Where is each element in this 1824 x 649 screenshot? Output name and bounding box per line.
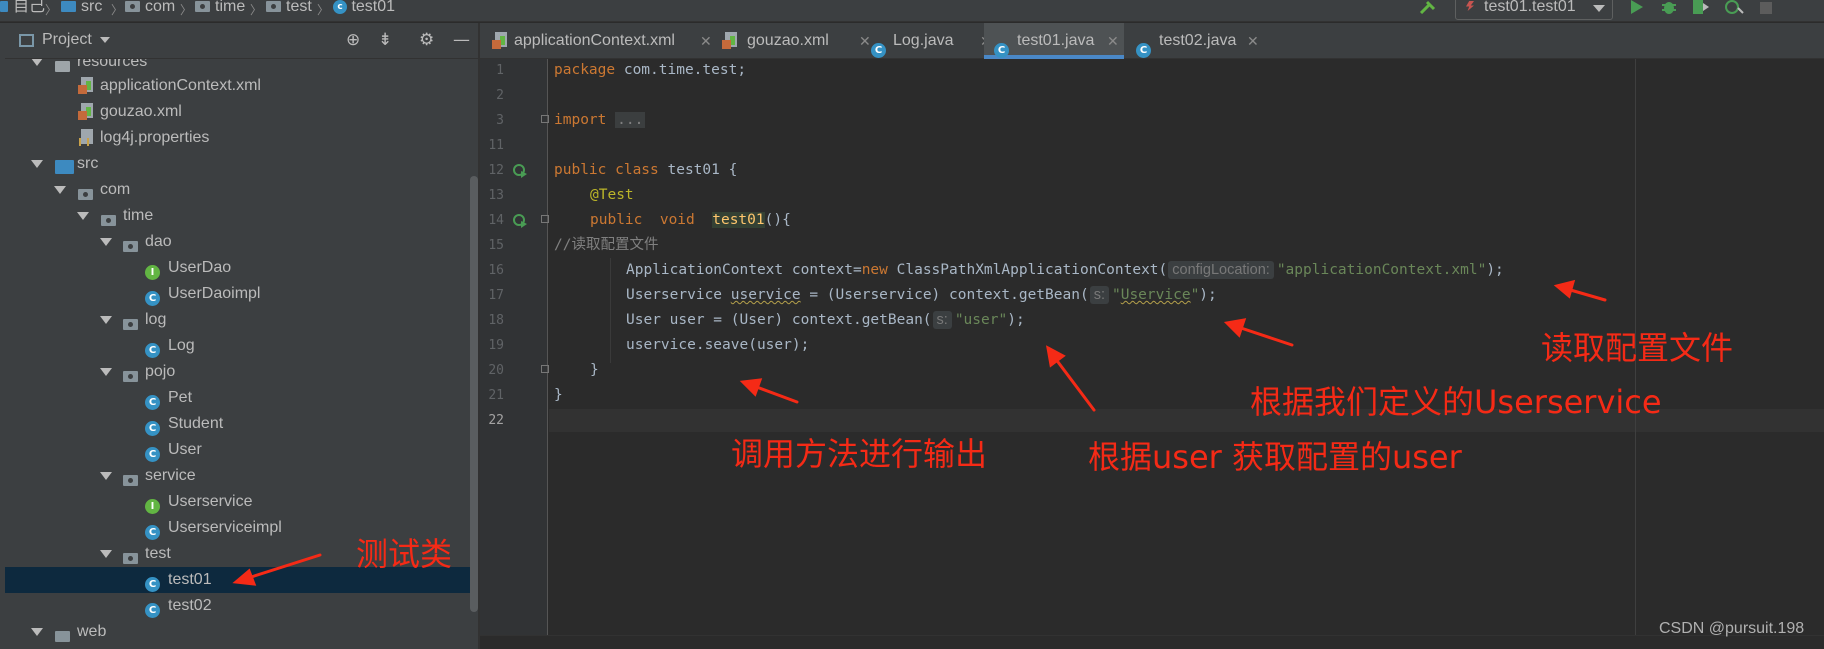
annotation-arrowhead [1553,279,1576,299]
annotation-call-method: 调用方法进行输出 [731,435,988,473]
annotation-by-user: 根据user 获取配置的user [1088,438,1462,476]
annotation-read-config: 读取配置文件 [1541,329,1734,367]
annotation-arrow [1053,356,1096,412]
watermark: CSDN @pursuit.198 [1659,620,1805,637]
annotation-arrows [232,279,1607,586]
annotation-arrowhead [1045,345,1066,368]
annotation-arrow [1236,325,1294,347]
annotation-arrowhead [232,568,257,586]
annotation-arrow [1565,287,1607,302]
annotation-arrowhead [739,378,763,397]
annotation-test-class: 测试类 [356,535,453,573]
annotation-by-userservice: 根据我们定义的Userservice [1250,383,1662,421]
annotation-arrow [752,384,799,404]
annotation-arrow [246,553,322,580]
annotation-arrowhead [1223,318,1247,338]
